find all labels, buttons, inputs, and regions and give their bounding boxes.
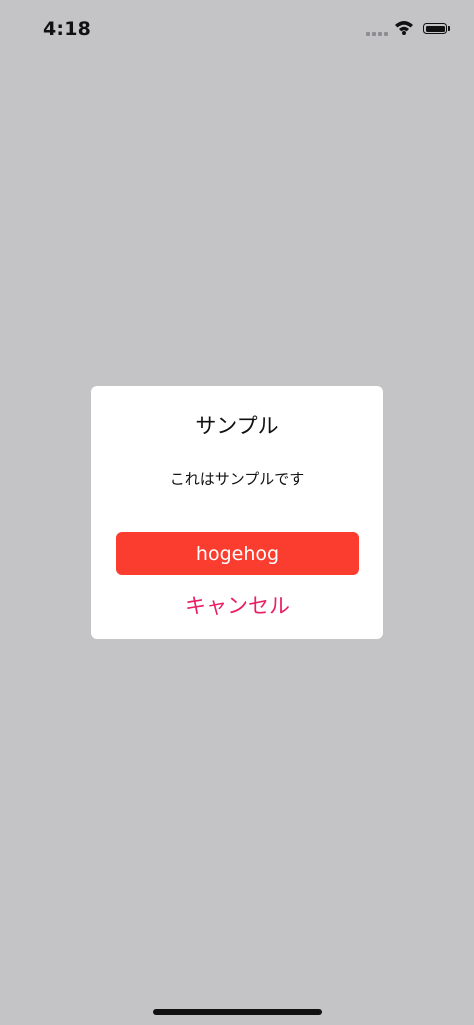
status-time: 4:18 bbox=[43, 18, 92, 40]
dialog-message: これはサンプルです bbox=[169, 470, 305, 488]
home-indicator[interactable] bbox=[153, 1009, 322, 1015]
dialog-title: サンプル bbox=[195, 414, 279, 438]
battery-cap bbox=[448, 26, 450, 31]
hogehog-button-label: hogehog bbox=[195, 542, 280, 565]
hogehog-button[interactable]: hogehog bbox=[116, 532, 359, 575]
wifi-icon bbox=[394, 19, 414, 39]
battery-icon bbox=[423, 23, 447, 34]
cellular-signal-icon bbox=[366, 32, 388, 36]
cancel-button[interactable]: キャンセル bbox=[116, 590, 359, 622]
status-bar: 4:18 bbox=[0, 0, 474, 60]
